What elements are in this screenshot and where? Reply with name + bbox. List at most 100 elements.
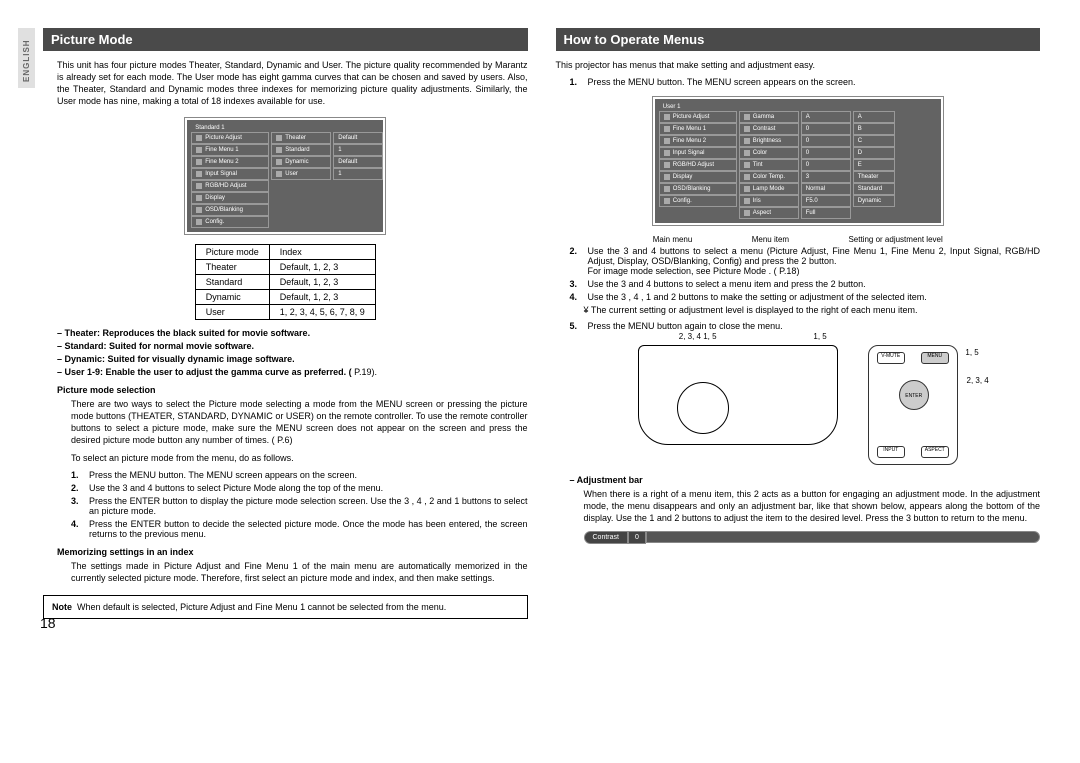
projector-diagram: 2, 3, 4 1, 5 1, 5 <box>638 345 838 445</box>
memorizing-head: Memorizing settings in an index <box>43 547 528 557</box>
table-row: DynamicDefault, 1, 2, 3 <box>195 289 375 304</box>
vmute-button: V-MUTE <box>877 352 905 364</box>
mode-desc-standard: – Standard: Suited for normal movie soft… <box>57 341 528 351</box>
memorizing-para: The settings made in Picture Adjust and … <box>43 560 528 584</box>
adjustment-bar: Contrast 0 <box>556 531 1041 544</box>
menu-item: OSD/Blanking <box>659 183 737 195</box>
left-column: Picture Mode This unit has four picture … <box>43 28 528 619</box>
menu-item: Config. <box>191 216 269 228</box>
mode-desc-theater: – Theater: Reproduces the black suited f… <box>57 328 528 338</box>
menu-value-col: A 0 0 0 0 3 Normal F5.0 Full <box>801 111 851 219</box>
picture-mode-selection-head: Picture mode selection <box>43 385 528 395</box>
menu-item: Input Signal <box>191 168 269 180</box>
menu-item: RGB/HD Adjust <box>659 159 737 171</box>
menu-item: User <box>271 168 331 180</box>
menu-screenshot-left: Standard 1 Picture Adjust Fine Menu 1 Fi… <box>185 118 385 234</box>
selection-para: There are two ways to select the Picture… <box>43 398 528 447</box>
selection-para2: To select an picture mode from the menu,… <box>43 452 528 464</box>
menu-item: Dynamic <box>853 195 895 207</box>
menu-item: 0 <box>801 159 851 171</box>
picture-mode-table: Picture modeIndex TheaterDefault, 1, 2, … <box>195 244 376 320</box>
step-item: 2.Use the 3 and 4 buttons to select a me… <box>570 246 1041 276</box>
menu-item: B <box>853 123 895 135</box>
intro-paragraph: This unit has four picture modes Theater… <box>43 59 528 108</box>
how-to-operate-header: How to Operate Menus <box>556 28 1041 51</box>
menu-item: Standard <box>271 144 331 156</box>
menu-item: Iris <box>739 195 799 207</box>
menu-item: Normal <box>801 183 851 195</box>
menu-item: Theater <box>271 132 331 144</box>
label-setting-level: Setting or adjustment level <box>848 235 942 244</box>
menu-item: 3 <box>801 171 851 183</box>
menu-button: MENU <box>921 352 949 364</box>
step-item: 3.Use the 3 and 4 buttons to select a me… <box>570 279 1041 289</box>
step-item: 2.Use the 3 and 4 buttons to select Pict… <box>71 483 528 493</box>
table-header: Index <box>269 244 375 259</box>
right-column: How to Operate Menus This projector has … <box>556 28 1041 619</box>
callout-label: 1, 5 <box>813 332 826 341</box>
menu-item: Fine Menu 1 <box>659 123 737 135</box>
menu-item: C <box>853 135 895 147</box>
adjustment-bar-label: Contrast <box>584 531 628 544</box>
menu-item: A <box>801 111 851 123</box>
table-header: Picture mode <box>195 244 269 259</box>
menu-titlebar: User 1 <box>659 103 937 111</box>
table-row: TheaterDefault, 1, 2, 3 <box>195 259 375 274</box>
step-item: 1.Press the MENU button. The MENU screen… <box>71 470 528 480</box>
menu-item: Fine Menu 2 <box>659 135 737 147</box>
menu-item: Picture Adjust <box>191 132 269 144</box>
menu-item: Input Signal <box>659 147 737 159</box>
menu-item-col: Gamma Contrast Brightness Color Tint Col… <box>739 111 799 219</box>
mode-desc-dynamic: – Dynamic: Suited for visually dynamic i… <box>57 354 528 364</box>
menu-main-col: Picture Adjust Fine Menu 1 Fine Menu 2 I… <box>191 132 269 228</box>
aspect-button: ASPECT <box>921 446 949 458</box>
adjustment-bar-para: When there is a right of a menu item, th… <box>556 488 1041 524</box>
menu-item: Gamma <box>739 111 799 123</box>
remote-diagram: 1, 5 2, 3, 4 V-MUTE MENU ENTER INPUT ASP… <box>868 345 958 465</box>
note-box: Note When default is selected, Picture A… <box>43 595 528 619</box>
menu-item: Theater <box>853 171 895 183</box>
menu-item: Display <box>659 171 737 183</box>
menu-mode-col: Theater Standard Dynamic User <box>271 132 331 228</box>
menu-item: Aspect <box>739 207 799 219</box>
note-text: When default is selected, Picture Adjust… <box>77 602 446 612</box>
menu-item: Color Temp. <box>739 171 799 183</box>
menu-item: Tint <box>739 159 799 171</box>
language-tab: ENGLISH <box>18 28 35 88</box>
page-number: 18 <box>40 615 56 631</box>
table-row: User1, 2, 3, 4, 5, 6, 7, 8, 9 <box>195 304 375 319</box>
menu-item: 1 <box>333 168 383 180</box>
menu-item: Default <box>333 132 383 144</box>
menu-item: Brightness <box>739 135 799 147</box>
menu-item: Picture Adjust <box>659 111 737 123</box>
picture-mode-header: Picture Mode <box>43 28 528 51</box>
step-item: 4.Use the 3 , 4 , 1 and 2 buttons to mak… <box>570 292 1041 302</box>
adjustment-bar-head: – Adjustment bar <box>556 475 1041 485</box>
info-note: The current setting or adjustment level … <box>556 305 1041 315</box>
menu-item: Contrast <box>739 123 799 135</box>
menu-item: 1 <box>333 144 383 156</box>
step-item: 5.Press the MENU button again to close t… <box>570 321 1041 331</box>
menu-item: OSD/Blanking <box>191 204 269 216</box>
table-row: StandardDefault, 1, 2, 3 <box>195 274 375 289</box>
menu-item: Dynamic <box>271 156 331 168</box>
menu-main-col: Picture Adjust Fine Menu 1 Fine Menu 2 I… <box>659 111 737 219</box>
menu-item: 0 <box>801 147 851 159</box>
menu-item: E <box>853 159 895 171</box>
menu-item: A <box>853 111 895 123</box>
input-button: INPUT <box>877 446 905 458</box>
menu-item: Fine Menu 2 <box>191 156 269 168</box>
callout-label: 2, 3, 4 1, 5 <box>679 332 717 341</box>
menu-titlebar: Standard 1 <box>191 124 379 132</box>
enter-button: ENTER <box>899 380 929 410</box>
menu-item: Lamp Mode <box>739 183 799 195</box>
menu-item: Display <box>191 192 269 204</box>
menu-item: Default <box>333 156 383 168</box>
menu-item: Standard <box>853 183 895 195</box>
menu-item: D <box>853 147 895 159</box>
menu-item: 0 <box>801 123 851 135</box>
right-intro: This projector has menus that make setti… <box>556 59 1041 71</box>
menu-item: RGB/HD Adjust <box>191 180 269 192</box>
menu-value-col: Default 1 Default 1 <box>333 132 383 228</box>
label-menu-item: Menu item <box>752 235 789 244</box>
